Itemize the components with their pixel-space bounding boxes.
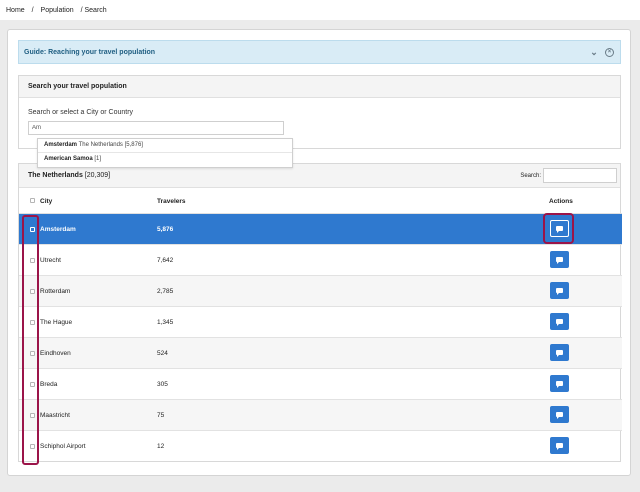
message-button[interactable] (550, 437, 569, 454)
table-country: The Netherlands (28, 172, 83, 179)
search-label: Search or select a City or Country (28, 109, 134, 116)
message-icon (556, 288, 563, 295)
table-title: The Netherlands [20,309] (28, 172, 110, 179)
table-search-input[interactable] (543, 168, 617, 183)
row-city: Maastricht (40, 412, 70, 419)
table-row[interactable]: Rotterdam 2,785 (19, 276, 622, 307)
close-circle-icon[interactable]: × (605, 48, 614, 57)
row-city: Rotterdam (40, 288, 71, 295)
table-row[interactable]: The Hague 1,345 (19, 307, 622, 338)
row-city: Eindhoven (40, 350, 71, 357)
row-city: Utrecht (40, 257, 61, 264)
row-travelers: 12 (157, 443, 165, 450)
row-city: The Hague (40, 319, 73, 326)
row-travelers: 305 (157, 381, 168, 388)
dropdown-option-american-samoa[interactable]: American Samoa [1] (38, 153, 292, 167)
table-row[interactable]: Breda 305 (19, 369, 622, 400)
column-header-city[interactable]: City (40, 198, 52, 205)
dropdown-option-city: Amsterdam (44, 142, 78, 148)
guide-banner[interactable]: Guide: Reaching your travel population ⌄… (18, 40, 621, 64)
row-travelers: 5,876 (157, 226, 174, 233)
row-travelers: 524 (157, 350, 168, 357)
main-panel: Guide: Reaching your travel population ⌄… (7, 29, 631, 476)
message-button[interactable] (550, 313, 569, 330)
row-travelers: 2,785 (157, 288, 174, 295)
table-total: [20,309] (84, 172, 111, 179)
column-header-actions: Actions (549, 198, 573, 205)
table-row[interactable]: Utrecht 7,642 (19, 245, 622, 276)
table-search-label: Search: (520, 173, 541, 179)
message-icon (556, 319, 563, 326)
message-icon (556, 443, 563, 450)
breadcrumb-search: / Search (80, 7, 107, 14)
search-card-heading: Search your travel population (19, 76, 620, 98)
message-button[interactable] (550, 282, 569, 299)
message-icon (556, 381, 563, 388)
dropdown-option-amsterdam[interactable]: Amsterdam The Netherlands [5,876] (38, 139, 292, 153)
breadcrumb-separator: / (31, 7, 34, 14)
table-row[interactable]: Amsterdam 5,876 (19, 214, 622, 245)
guide-title[interactable]: Guide: Reaching your travel population (24, 49, 155, 56)
city-country-search-input[interactable] (28, 121, 284, 135)
message-icon (556, 350, 563, 357)
table-row[interactable]: Maastricht 75 (19, 400, 622, 431)
breadcrumb-home[interactable]: Home (6, 7, 25, 14)
message-icon (556, 412, 563, 419)
dropdown-option-city: American Samoa (44, 156, 93, 162)
message-button[interactable] (550, 251, 569, 268)
table-column-header: City Travelers Actions (19, 188, 622, 214)
results-table-card: The Netherlands [20,309] Search: City Tr… (18, 163, 622, 462)
message-button[interactable] (550, 375, 569, 392)
row-city: Amsterdam (40, 226, 76, 233)
checkbox-column-highlight (22, 215, 39, 465)
message-button[interactable] (550, 406, 569, 423)
guide-controls: ⌄ × (589, 47, 614, 57)
row-travelers: 7,642 (157, 257, 174, 264)
table-row[interactable]: Schiphol Airport 12 (19, 431, 622, 462)
column-header-travelers[interactable]: Travelers (157, 198, 186, 205)
dropdown-option-meta: The Netherlands [5,876] (78, 142, 143, 148)
autocomplete-dropdown: Amsterdam The Netherlands [5,876] Americ… (37, 138, 293, 168)
action-button-highlight (543, 213, 574, 244)
message-icon (556, 257, 563, 264)
select-all-checkbox[interactable] (30, 198, 35, 205)
chevron-down-icon[interactable]: ⌄ (589, 47, 599, 57)
row-city: Breda (40, 381, 58, 388)
breadcrumb-population[interactable]: Population (41, 7, 74, 14)
row-city: Schiphol Airport (40, 443, 86, 450)
table-row[interactable]: Eindhoven 524 (19, 338, 622, 369)
breadcrumb: Home / Population / Search (6, 7, 112, 14)
message-button[interactable] (550, 344, 569, 361)
row-travelers: 75 (157, 412, 165, 419)
page-background: Guide: Reaching your travel population ⌄… (0, 20, 640, 492)
dropdown-option-meta: [1] (94, 156, 102, 162)
row-travelers: 1,345 (157, 319, 174, 326)
